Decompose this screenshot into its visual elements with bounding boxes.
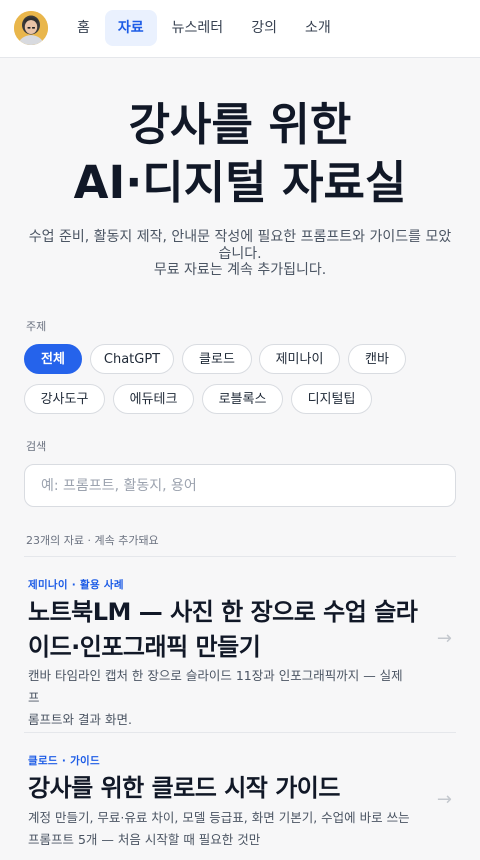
card-title: 강사를 위한 클로드 시작 가이드 — [28, 771, 428, 806]
divider — [24, 732, 456, 733]
page-subtitle-line3: 무료 자료는 계속 추가됩니다. — [153, 262, 327, 278]
chip-canva[interactable]: 캔바 — [348, 344, 406, 374]
card-title-line1: 노트북LM — 사진 한 장으로 수업 슬라 — [28, 598, 418, 626]
avatar-image — [14, 11, 48, 45]
chip-roblox[interactable]: 로블록스 — [202, 384, 283, 414]
chip-claude[interactable]: 클로드 — [182, 344, 252, 374]
page-title: 강사를 위한 AI·디지털 자료실 — [0, 96, 480, 212]
search-input[interactable] — [24, 464, 456, 507]
arrow-right-icon: → — [436, 628, 452, 649]
nav-lectures[interactable]: 강의 — [238, 10, 290, 46]
main-nav: 홈 자료 뉴스레터 강의 소개 — [64, 10, 344, 46]
top-header: 홈 자료 뉴스레터 강의 소개 — [0, 0, 480, 58]
card-desc-line1: 계정 만들기, 무료·유료 차이, 모델 등급표, 화면 기본기, 수업에 바로… — [28, 810, 410, 825]
card-tag: 클로드 · 가이드 — [28, 755, 100, 767]
chip-all[interactable]: 전체 — [24, 344, 82, 374]
page-title-line2: AI·디지털 자료실 — [73, 156, 407, 209]
profile-avatar[interactable] — [14, 11, 48, 45]
page-title-line1: 강사를 위한 — [128, 98, 352, 151]
card-desc-line2: 프롬프트 5개 — 처음 시작할 때 필요한 것만 — [28, 832, 261, 847]
resource-card[interactable]: 제미나이 · 활용 사례 노트북LM — 사진 한 장으로 수업 슬라 이드·인… — [24, 577, 456, 727]
chip-edutech[interactable]: 에듀테크 — [113, 384, 194, 414]
topic-label: 주제 — [26, 320, 47, 333]
chip-chatgpt[interactable]: ChatGPT — [90, 344, 174, 374]
resource-card[interactable]: 클로드 · 가이드 강사를 위한 클로드 시작 가이드 계정 만들기, 무료·유… — [24, 753, 456, 858]
nav-resources[interactable]: 자료 — [104, 10, 157, 46]
result-count: 23개의 자료 · 계속 추가돼요 — [26, 534, 159, 547]
card-title-line1: 강사를 위한 클로드 시작 가이드 — [28, 774, 340, 802]
card-title-line2: 이드·인포그래픽 만들기 — [28, 633, 261, 661]
card-tag: 제미나이 · 활용 사례 — [28, 579, 124, 591]
page-subtitle-line2: 습니다. — [218, 245, 262, 262]
card-desc-line2: 롬프트와 결과 화면. — [28, 712, 132, 727]
divider — [24, 556, 456, 557]
card-desc-line1: 캔바 타임라인 캡처 한 장으로 슬라이드 11장과 인포그래픽까지 — 실제 … — [28, 668, 403, 705]
card-title: 노트북LM — 사진 한 장으로 수업 슬라 이드·인포그래픽 만들기 — [28, 595, 428, 665]
page-subtitle: 수업 준비, 활동지 제작, 안내문 작성에 필요한 프롬프트와 가이드를 모았… — [24, 229, 456, 279]
card-description: 계정 만들기, 무료·유료 차이, 모델 등급표, 화면 기본기, 수업에 바로… — [28, 807, 418, 851]
nav-home[interactable]: 홈 — [64, 10, 103, 46]
search-label: 검색 — [26, 440, 47, 453]
page-subtitle-line1: 수업 준비, 활동지 제작, 안내문 작성에 필요한 프롬프트와 가이드를 모았 — [28, 229, 452, 245]
chip-digital-tips[interactable]: 디지털팁 — [291, 384, 372, 414]
chip-gemini[interactable]: 제미나이 — [259, 344, 340, 374]
card-description: 캔바 타임라인 캡처 한 장으로 슬라이드 11장과 인포그래픽까지 — 실제 … — [28, 665, 418, 731]
chip-instructor-tools[interactable]: 강사도구 — [24, 384, 105, 414]
arrow-right-icon: → — [436, 789, 452, 810]
nav-about[interactable]: 소개 — [292, 10, 344, 46]
nav-newsletter[interactable]: 뉴스레터 — [159, 10, 237, 46]
